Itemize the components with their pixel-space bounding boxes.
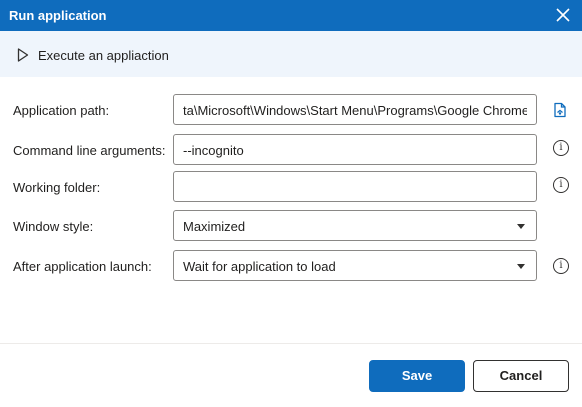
- command-line-arguments-label: Command line arguments:: [13, 143, 166, 158]
- after-application-launch-dropdown[interactable]: Wait for application to load: [173, 250, 537, 281]
- working-folder-label: Working folder:: [13, 180, 101, 195]
- save-button[interactable]: Save: [369, 360, 465, 392]
- application-path-label: Application path:: [13, 103, 110, 118]
- window-style-dropdown[interactable]: Maximized: [173, 210, 537, 241]
- command-line-arguments-input[interactable]: --incognito: [173, 134, 537, 165]
- chevron-down-icon: [517, 224, 525, 229]
- command-line-arguments-value: --incognito: [183, 143, 244, 158]
- footer-divider: [0, 343, 582, 344]
- file-select-icon[interactable]: [552, 102, 568, 118]
- info-icon[interactable]: i: [553, 140, 569, 156]
- after-application-launch-label: After application launch:: [13, 259, 152, 274]
- info-icon[interactable]: i: [553, 177, 569, 193]
- working-folder-input[interactable]: [173, 171, 537, 202]
- application-path-input[interactable]: ta\Microsoft\Windows\Start Menu\Programs…: [173, 94, 537, 125]
- action-description-bar: Execute an appliaction: [0, 31, 582, 77]
- chevron-down-icon: [517, 264, 525, 269]
- after-application-launch-value: Wait for application to load: [183, 259, 336, 274]
- title-bar: Run application: [0, 0, 582, 31]
- application-path-value: ta\Microsoft\Windows\Start Menu\Programs…: [183, 103, 527, 118]
- action-description: Execute an appliaction: [38, 48, 169, 63]
- play-icon: [17, 48, 29, 62]
- info-icon[interactable]: i: [553, 258, 569, 274]
- window-style-value: Maximized: [183, 219, 246, 234]
- cancel-button[interactable]: Cancel: [473, 360, 569, 392]
- window-style-label: Window style:: [13, 219, 94, 234]
- close-icon[interactable]: [554, 6, 572, 24]
- dialog-title: Run application: [9, 8, 107, 23]
